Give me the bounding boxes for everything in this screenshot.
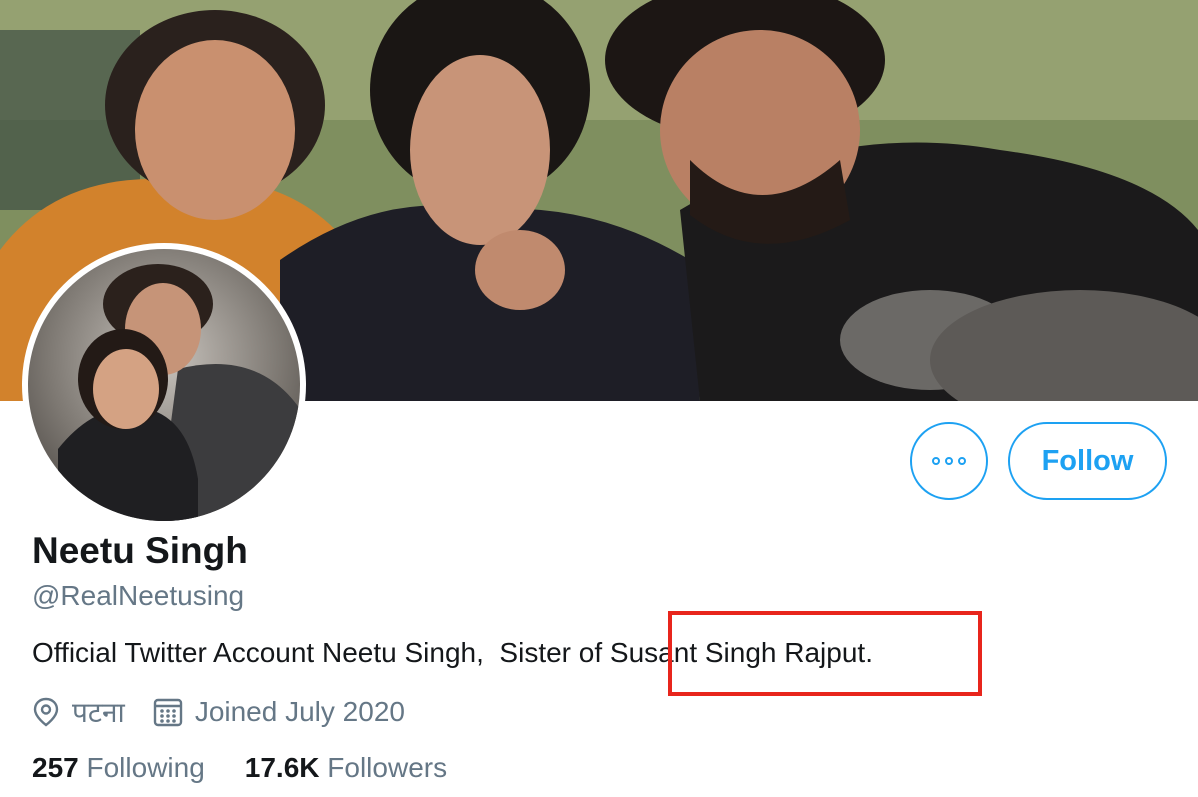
followers-count: 17.6K xyxy=(244,752,320,783)
more-options-button[interactable] xyxy=(910,422,988,500)
following-count: 257 xyxy=(32,752,79,783)
profile-handle: @RealNeetusing xyxy=(32,580,245,611)
following-label: Following xyxy=(86,752,205,783)
following-link[interactable]: 257 Following xyxy=(32,752,205,784)
more-icon xyxy=(932,457,940,465)
highlight-annotation-box xyxy=(668,611,982,696)
location-text: पटना xyxy=(72,697,125,728)
calendar-icon xyxy=(153,698,183,727)
location-pin-icon xyxy=(33,697,59,727)
profile-avatar[interactable] xyxy=(22,243,306,527)
join-date: Joined July 2020 xyxy=(153,696,405,728)
followers-link[interactable]: 17.6K Followers xyxy=(245,752,447,784)
more-icon xyxy=(958,457,966,465)
follow-button[interactable]: Follow xyxy=(1008,422,1167,500)
profile-name: Neetu Singh xyxy=(32,530,248,571)
location: पटना xyxy=(32,693,125,731)
profile-stats: 257 Following 17.6K Followers xyxy=(32,752,487,784)
more-icon xyxy=(945,457,953,465)
bio-text: Official Twitter Account Neetu Singh, Si… xyxy=(32,637,610,668)
profile-meta: पटना Joined July 2020 xyxy=(32,692,433,732)
avatar-photo xyxy=(28,249,300,521)
followers-label: Followers xyxy=(327,752,448,783)
join-date-text: Joined July 2020 xyxy=(194,696,405,727)
